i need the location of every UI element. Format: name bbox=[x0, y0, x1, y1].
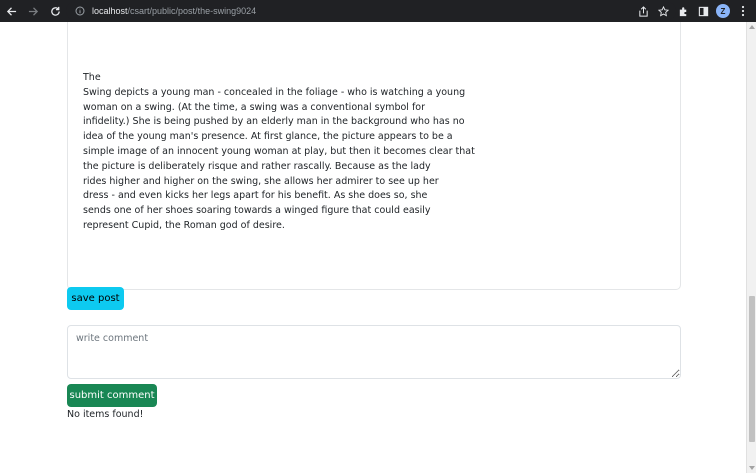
site-info-icon[interactable] bbox=[74, 5, 86, 17]
share-icon[interactable] bbox=[634, 2, 652, 20]
scrollbar-thumb[interactable] bbox=[749, 296, 755, 442]
url-text: localhost/csart/public/post/the-swing902… bbox=[92, 6, 256, 16]
post-card: The Swing depicts a young man - conceale… bbox=[67, 22, 681, 290]
scroll-up-icon[interactable] bbox=[747, 22, 756, 32]
post-line: the picture is deliberately risque and r… bbox=[83, 160, 431, 172]
post-line: idea of the young man's presence. At fir… bbox=[83, 131, 453, 143]
browser-actions: Z bbox=[634, 0, 756, 22]
post-line: The bbox=[83, 72, 101, 83]
forward-icon[interactable] bbox=[22, 0, 44, 22]
back-icon[interactable] bbox=[0, 0, 22, 22]
post-line: sends one of her shoes soaring towards a… bbox=[83, 205, 431, 217]
submit-comment-button[interactable]: submit comment bbox=[67, 384, 157, 407]
page-scrollbar[interactable] bbox=[746, 22, 756, 473]
avatar: Z bbox=[716, 4, 730, 18]
post-body: The Swing depicts a young man - conceale… bbox=[83, 71, 475, 234]
address-bar[interactable]: localhost/csart/public/post/the-swing902… bbox=[66, 2, 676, 20]
post-line: simple image of an innocent young woman … bbox=[83, 145, 475, 157]
post-line: rides higher and higher on the swing, sh… bbox=[83, 175, 439, 187]
post-line: Swing depicts a young man - concealed in… bbox=[83, 86, 466, 98]
post-line: represent Cupid, the Roman god of desire… bbox=[83, 219, 285, 231]
extensions-icon[interactable] bbox=[674, 2, 692, 20]
empty-comments-message: No items found! bbox=[67, 409, 144, 420]
bookmark-star-icon[interactable] bbox=[654, 2, 672, 20]
scroll-down-icon[interactable] bbox=[747, 463, 756, 473]
post-line: dress - and even kicks her legs apart fo… bbox=[83, 190, 428, 202]
browser-toolbar: localhost/csart/public/post/the-swing902… bbox=[0, 0, 756, 22]
comment-input[interactable] bbox=[67, 325, 681, 379]
profile-avatar[interactable]: Z bbox=[714, 2, 732, 20]
menu-dots-icon[interactable] bbox=[734, 2, 752, 20]
post-line: woman on a swing. (At the time, a swing … bbox=[83, 101, 426, 113]
save-post-button[interactable]: save post bbox=[67, 287, 124, 310]
url-path: /csart/public/post/the-swing9024 bbox=[127, 6, 257, 16]
url-host: localhost bbox=[92, 6, 128, 16]
reload-icon[interactable] bbox=[44, 0, 66, 22]
side-panel-icon[interactable] bbox=[694, 2, 712, 20]
post-line: infidelity.) She is being pushed by an e… bbox=[83, 116, 465, 128]
page-content: The Swing depicts a young man - conceale… bbox=[0, 22, 746, 473]
